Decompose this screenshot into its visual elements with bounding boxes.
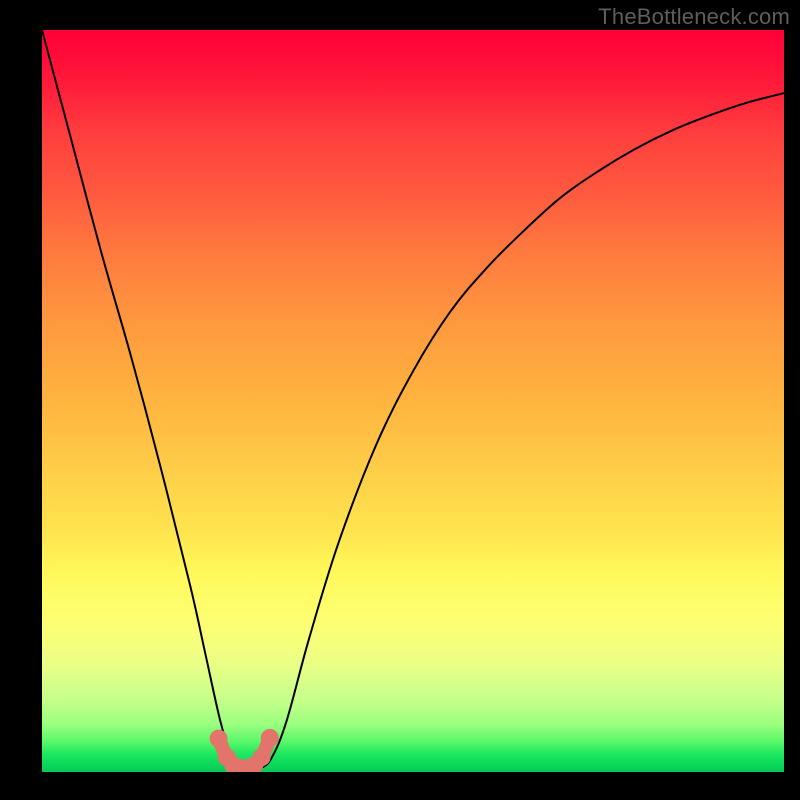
watermark-text: TheBottleneck.com (598, 4, 790, 30)
marker-dot (261, 729, 279, 747)
bottleneck-curve (42, 30, 784, 772)
chart-frame: TheBottleneck.com (0, 0, 800, 800)
marker-dot (210, 730, 228, 748)
marker-dot (253, 748, 271, 766)
curve-layer (42, 30, 784, 772)
